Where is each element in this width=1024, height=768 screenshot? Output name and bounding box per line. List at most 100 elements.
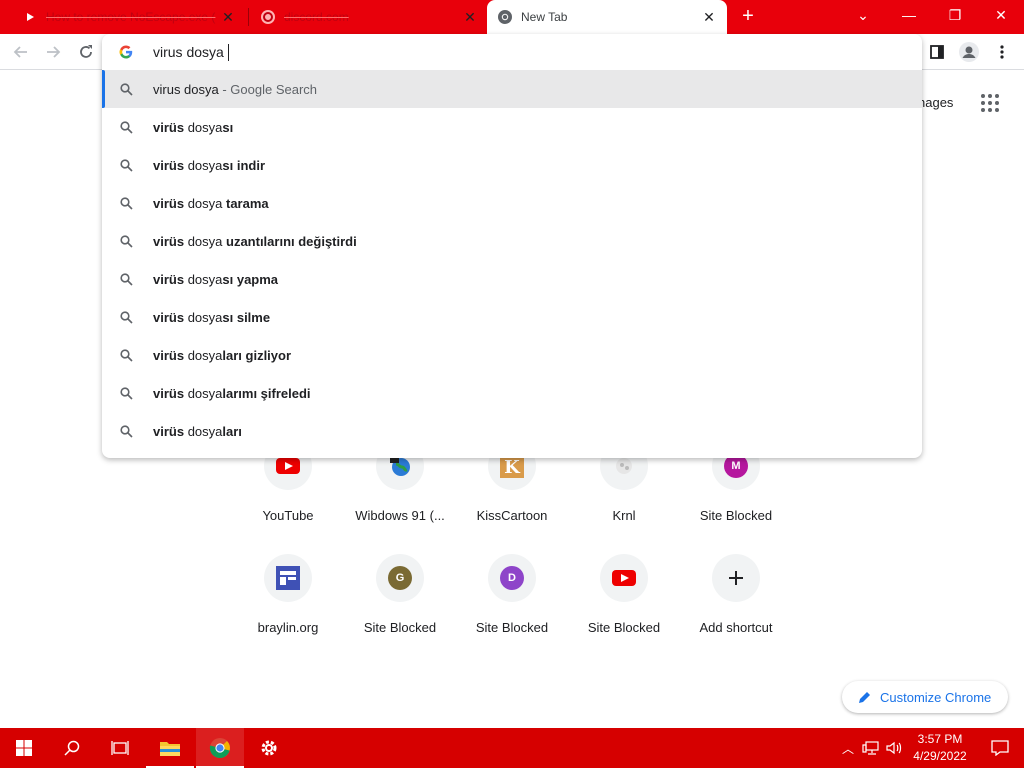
- profile-button[interactable]: [957, 40, 981, 64]
- shortcut-label: Add shortcut: [699, 620, 773, 635]
- back-button[interactable]: [9, 40, 33, 64]
- windows-taskbar: ︿ 3:57 PM 4/29/2022: [0, 728, 1024, 768]
- customize-chrome-button[interactable]: Customize Chrome: [842, 681, 1008, 713]
- braylin-icon: [276, 566, 300, 590]
- reload-button[interactable]: [74, 40, 98, 64]
- suggestion-completion: sı: [222, 119, 234, 135]
- search-icon: [64, 740, 80, 756]
- tray-chevron-up-icon[interactable]: ︿: [838, 740, 858, 757]
- omnibox-dropdown: virus dosya virus dosya - Google Search v…: [102, 34, 922, 458]
- suggestion-item[interactable]: virus dosya - Google Search: [102, 70, 922, 108]
- clock-time: 3:57 PM: [917, 732, 963, 746]
- suggestion-query: dosya: [184, 347, 223, 363]
- tab-strip: How to remove NoEscape.exe ( ✕ discord.c…: [0, 0, 1024, 34]
- suggestion-completion: ları: [222, 423, 242, 439]
- suggestion-text: virüs dosyası: [153, 120, 233, 135]
- minimize-button[interactable]: —: [886, 0, 932, 30]
- tab-title: New Tab: [521, 10, 568, 24]
- shortcut-icon-circle: [600, 554, 648, 602]
- suggestion-item[interactable]: virüs dosyası: [102, 108, 922, 146]
- suggestion-query: dosya: [184, 233, 223, 249]
- omnibox-input[interactable]: virus dosya: [102, 34, 922, 70]
- suggestion-match-prefix: virüs: [153, 385, 185, 401]
- clock-date: 4/29/2022: [913, 749, 967, 763]
- youtube-icon: [276, 457, 300, 475]
- suggestion-item[interactable]: virüs dosyaları: [102, 412, 922, 450]
- google-apps-icon[interactable]: [981, 94, 999, 112]
- search-button[interactable]: [48, 728, 96, 768]
- suggestion-match-prefix: virüs: [153, 347, 185, 363]
- shortcut-tile[interactable]: YouTube: [232, 442, 344, 554]
- settings-taskbar-button[interactable]: [245, 728, 293, 768]
- forward-button[interactable]: [41, 40, 65, 64]
- suggestion-text: virüs dosyası silme: [153, 310, 270, 325]
- system-tray: ︿: [838, 728, 904, 768]
- shortcut-tile[interactable]: Add shortcut: [680, 554, 792, 666]
- shortcut-tile[interactable]: G Site Blocked: [344, 554, 456, 666]
- tab-new-tab[interactable]: New Tab ✕: [487, 0, 727, 34]
- suggestion-item[interactable]: virüs dosyalarımı şifreledi: [102, 374, 922, 412]
- shortcut-tile[interactable]: M Site Blocked: [680, 442, 792, 554]
- shortcut-tile[interactable]: Wibdows 91 (...: [344, 442, 456, 554]
- restore-button[interactable]: ❐: [932, 0, 978, 30]
- suggestion-text: virüs dosya uzantılarını değiştirdi: [153, 234, 357, 249]
- tab-close-icon[interactable]: ✕: [220, 9, 236, 25]
- plus-icon: [728, 570, 744, 586]
- suggestion-item[interactable]: virüs dosya tarama: [102, 184, 922, 222]
- shortcut-tile[interactable]: braylin.org: [232, 554, 344, 666]
- new-tab-button[interactable]: +: [738, 6, 758, 26]
- suggestion-match-prefix: virüs: [153, 309, 185, 325]
- chrome-icon: [497, 9, 513, 25]
- search-icon: [118, 309, 134, 325]
- shortcut-tile[interactable]: Site Blocked: [568, 554, 680, 666]
- images-link[interactable]: nages: [918, 95, 953, 110]
- search-icon: [118, 271, 134, 287]
- notifications-button[interactable]: [976, 728, 1024, 768]
- shortcut-tile[interactable]: K KissCartoon: [456, 442, 568, 554]
- suggestion-completion: sı silme: [222, 309, 271, 325]
- tab-title: discord.com: [284, 10, 349, 24]
- tab-noescape[interactable]: How to remove NoEscape.exe ( ✕: [14, 0, 244, 34]
- taskbar-clock[interactable]: 3:57 PM 4/29/2022: [908, 731, 972, 765]
- tab-discord[interactable]: discord.com ✕: [252, 0, 486, 34]
- suggestion-query: dosya: [184, 385, 223, 401]
- google-g-icon: [119, 45, 133, 59]
- suggestion-match-prefix: virüs: [153, 271, 185, 287]
- suggestion-item[interactable]: virüs dosyası silme: [102, 298, 922, 336]
- start-button[interactable]: [0, 728, 48, 768]
- shortcut-icon-circle: [264, 554, 312, 602]
- tab-close-icon[interactable]: ✕: [701, 9, 717, 25]
- search-icon: [118, 119, 134, 135]
- shortcut-label: YouTube: [262, 508, 314, 523]
- suggestion-source: - Google Search: [218, 81, 318, 97]
- back-arrow-icon: [13, 46, 27, 58]
- shortcut-label: Wibdows 91 (...: [355, 508, 445, 523]
- suggestion-completion: larımı şifreledi: [222, 385, 311, 401]
- profile-avatar-icon: [959, 42, 979, 62]
- suggestion-text: virüs dosya tarama: [153, 196, 269, 211]
- suggestion-text: virüs dosyası yapma: [153, 272, 278, 287]
- windows-logo-icon: [16, 740, 32, 756]
- menu-button[interactable]: [990, 40, 1014, 64]
- suggestion-item[interactable]: virüs dosyası indir: [102, 146, 922, 184]
- suggestion-query: dosya: [184, 309, 223, 325]
- close-window-button[interactable]: ✕: [978, 0, 1024, 30]
- tab-close-icon[interactable]: ✕: [462, 9, 478, 25]
- chrome-taskbar-button[interactable]: [196, 728, 244, 768]
- task-view-button[interactable]: [96, 728, 144, 768]
- suggestion-match-prefix: virüs: [153, 119, 185, 135]
- shortcut-label: KissCartoon: [476, 508, 548, 523]
- suggestion-item[interactable]: virüs dosyaları gizliyor: [102, 336, 922, 374]
- suggestion-item[interactable]: virüs dosya uzantılarını değiştirdi: [102, 222, 922, 260]
- file-explorer-button[interactable]: [146, 728, 194, 768]
- side-panel-button[interactable]: [925, 40, 949, 64]
- shortcut-tile[interactable]: D Site Blocked: [456, 554, 568, 666]
- tab-title: How to remove NoEscape.exe (: [46, 10, 216, 24]
- suggestion-query: dosya: [184, 195, 223, 211]
- shortcut-tile[interactable]: Krnl: [568, 442, 680, 554]
- blocked-favicon-icon: [260, 9, 276, 25]
- shortcut-label: Site Blocked: [587, 620, 661, 635]
- suggestion-completion: sı indir: [222, 157, 266, 173]
- tab-search-icon[interactable]: ⌄: [840, 0, 886, 30]
- suggestion-item[interactable]: virüs dosyası yapma: [102, 260, 922, 298]
